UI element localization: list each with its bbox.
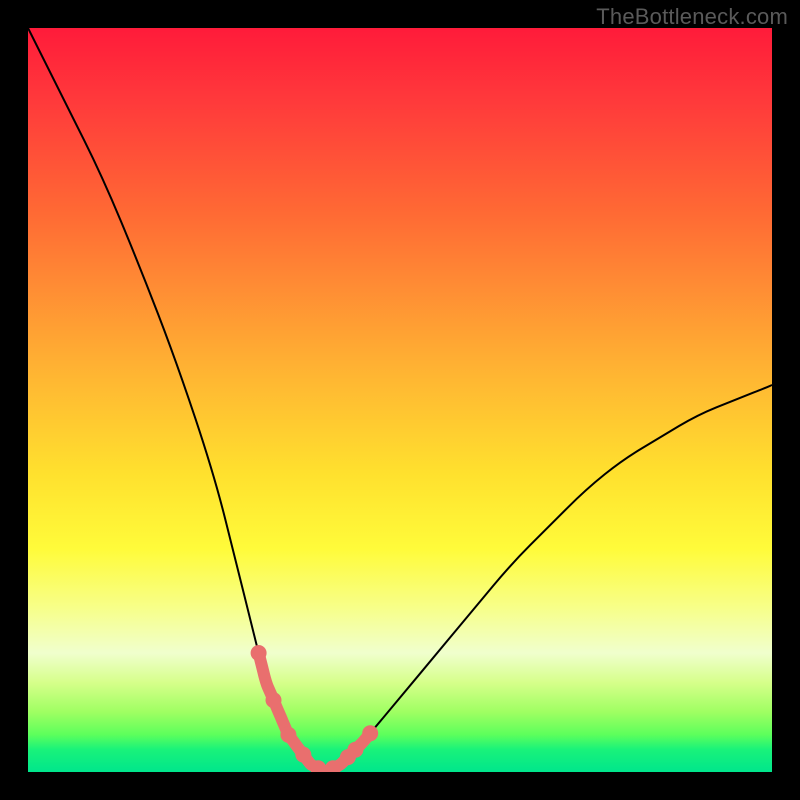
accent-dot <box>251 645 267 661</box>
accent-dot <box>295 747 311 763</box>
curve-svg <box>28 28 772 772</box>
accent-dot <box>347 742 363 758</box>
chart-container: TheBottleneck.com <box>0 0 800 800</box>
watermark-text: TheBottleneck.com <box>596 4 788 30</box>
bottleneck-curve <box>28 28 772 770</box>
accent-dot <box>362 725 378 741</box>
accent-dot <box>280 727 296 743</box>
accent-dot <box>266 692 282 708</box>
accent-dots <box>251 645 379 772</box>
plot-area <box>28 28 772 772</box>
